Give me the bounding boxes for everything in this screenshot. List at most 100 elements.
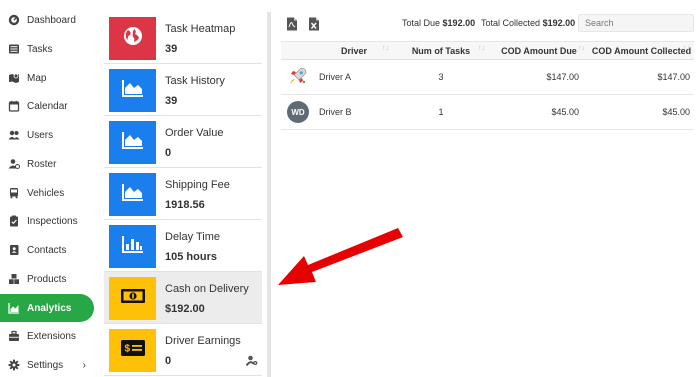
driver-name: Driver B xyxy=(315,94,393,130)
analytics-card-list: Task Heatmap 39 Task History 39 Order Va… xyxy=(104,12,262,377)
total-collected: Total Collected $192.00 xyxy=(481,18,575,28)
calendar-icon xyxy=(8,100,20,112)
card-tile xyxy=(109,121,156,164)
card-task-heatmap[interactable]: Task Heatmap 39 xyxy=(104,12,262,64)
card-tile xyxy=(109,225,156,268)
sidebar-item-label: Users xyxy=(27,129,54,141)
panel-divider xyxy=(267,12,271,377)
sidebar-item-dashboard[interactable]: Dashboard xyxy=(0,6,94,34)
card-value: 0 xyxy=(165,147,172,159)
user-cog-icon[interactable] xyxy=(245,353,258,371)
list-icon xyxy=(8,43,20,55)
sidebar-item-label: Inspections xyxy=(27,215,78,227)
sidebar-item-vehicles[interactable]: Vehicles xyxy=(0,179,94,207)
card-value: 0 xyxy=(165,355,172,367)
card-tile xyxy=(109,173,156,216)
svg-text:$: $ xyxy=(124,344,130,355)
card-title: Task Heatmap xyxy=(165,23,236,35)
sort-icon[interactable]: ↑↓ xyxy=(478,45,485,52)
total-due: Total Due $192.00 xyxy=(402,18,475,28)
sidebar-item-map[interactable]: Map xyxy=(0,64,94,92)
sidebar-item-users[interactable]: Users xyxy=(0,121,94,149)
cod-table: Driver ↑↓ Num of Tasks ↑↓ COD Amount Due ↑↓… xyxy=(281,41,694,130)
globe-icon xyxy=(123,26,143,51)
total-due-value: $192.00 xyxy=(442,18,476,28)
cod-amount-due: $147.00 xyxy=(489,59,589,95)
num-tasks: 1 xyxy=(393,94,489,130)
card-cash-on-delivery[interactable]: Cash on Delivery $192.00 xyxy=(104,272,262,324)
card-tile xyxy=(109,69,156,112)
sidebar-item-label: Settings xyxy=(27,359,64,371)
table-row[interactable]: WD Driver B 1 $45.00 $45.00 xyxy=(281,94,694,130)
avatar-column-header xyxy=(281,41,315,60)
card-shipping-fee[interactable]: Shipping Fee 1918.56 xyxy=(104,168,262,220)
card-title: Driver Earnings xyxy=(165,335,241,347)
card-title: Cash on Delivery xyxy=(165,283,249,295)
sidebar-item-tasks[interactable]: Tasks xyxy=(0,35,94,63)
driver-name: Driver A xyxy=(315,59,393,95)
column-header-cod-due[interactable]: COD Amount Due ↑↓ xyxy=(489,41,589,60)
money-check-icon: $ xyxy=(120,339,146,362)
avatar-cell xyxy=(281,59,315,95)
cod-amount-due: $45.00 xyxy=(489,94,589,130)
card-order-value[interactable]: Order Value 0 xyxy=(104,116,262,168)
boxes-icon xyxy=(8,273,20,285)
card-title: Task History xyxy=(165,75,225,87)
sidebar-item-label: Contacts xyxy=(27,244,67,256)
sort-icon[interactable]: ↑↓ xyxy=(382,45,389,52)
column-header-driver[interactable]: Driver ↑↓ xyxy=(315,41,393,60)
area-chart-icon xyxy=(121,131,144,154)
num-tasks: 3 xyxy=(393,59,489,95)
sidebar-item-label: Products xyxy=(27,273,67,285)
money-bill-icon xyxy=(120,288,146,309)
sidebar-item-calendar[interactable]: Calendar xyxy=(0,92,94,120)
card-value: $192.00 xyxy=(165,303,205,315)
avatar: WD xyxy=(287,101,309,123)
sidebar-item-label: Extensions xyxy=(27,330,76,342)
sidebar-item-products[interactable]: Products xyxy=(0,265,94,293)
sidebar-item-analytics[interactable]: Analytics xyxy=(0,294,94,322)
sidebar-item-label: Vehicles xyxy=(27,187,65,199)
card-value: 105 hours xyxy=(165,251,217,263)
annotation-arrow-icon xyxy=(278,228,403,285)
column-header-num-tasks[interactable]: Num of Tasks ↑↓ xyxy=(393,41,489,60)
sidebar-item-label: Calendar xyxy=(27,100,68,112)
users-icon xyxy=(8,129,20,141)
sidebar-item-label: Dashboard xyxy=(27,14,76,26)
table-row[interactable]: Driver A 3 $147.00 $147.00 xyxy=(281,59,694,95)
clipboard-check-icon xyxy=(8,215,20,227)
area-chart-icon xyxy=(121,79,144,102)
bar-chart-icon xyxy=(121,235,144,258)
total-collected-label: Total Collected xyxy=(481,18,541,28)
toolbox-icon xyxy=(8,330,20,342)
column-header-cod-collected[interactable]: COD Amount Collected ↑↓ xyxy=(589,41,694,60)
gear-icon xyxy=(8,359,20,371)
total-collected-value: $192.00 xyxy=(542,18,576,28)
card-task-history[interactable]: Task History 39 xyxy=(104,64,262,116)
card-value: 39 xyxy=(165,95,178,107)
chart-area-icon xyxy=(8,302,20,314)
sidebar-item-label: Roster xyxy=(27,158,57,170)
sidebar-item-extensions[interactable]: Extensions xyxy=(0,322,94,350)
sidebar-item-contacts[interactable]: Contacts xyxy=(0,236,94,264)
sidebar-item-settings[interactable]: Settings › xyxy=(0,351,94,377)
sidebar-item-roster[interactable]: Roster xyxy=(0,150,94,178)
table-header-row: Driver ↑↓ Num of Tasks ↑↓ COD Amount Due ↑↓… xyxy=(281,41,694,60)
sort-icon[interactable]: ↑↓ xyxy=(683,45,690,52)
card-title: Shipping Fee xyxy=(165,179,230,191)
card-title: Order Value xyxy=(165,127,224,139)
sidebar-item-label: Tasks xyxy=(27,43,53,55)
card-delay-time[interactable]: Delay Time 105 hours xyxy=(104,220,262,272)
card-value: 1918.56 xyxy=(165,199,205,211)
area-chart-icon xyxy=(121,183,144,206)
total-due-label: Total Due xyxy=(402,18,441,28)
excel-file-icon[interactable] xyxy=(308,17,320,31)
search-input[interactable] xyxy=(578,14,694,32)
card-driver-earnings[interactable]: $ Driver Earnings 0 xyxy=(104,324,262,376)
sidebar-item-inspections[interactable]: Inspections xyxy=(0,207,94,235)
roster-icon xyxy=(8,158,20,170)
sort-icon[interactable]: ↑↓ xyxy=(578,45,585,52)
rocket-icon xyxy=(287,65,309,89)
sidebar: Dashboard Tasks Map Calendar Users Roste… xyxy=(0,0,100,377)
pdf-file-icon[interactable] xyxy=(286,17,298,31)
